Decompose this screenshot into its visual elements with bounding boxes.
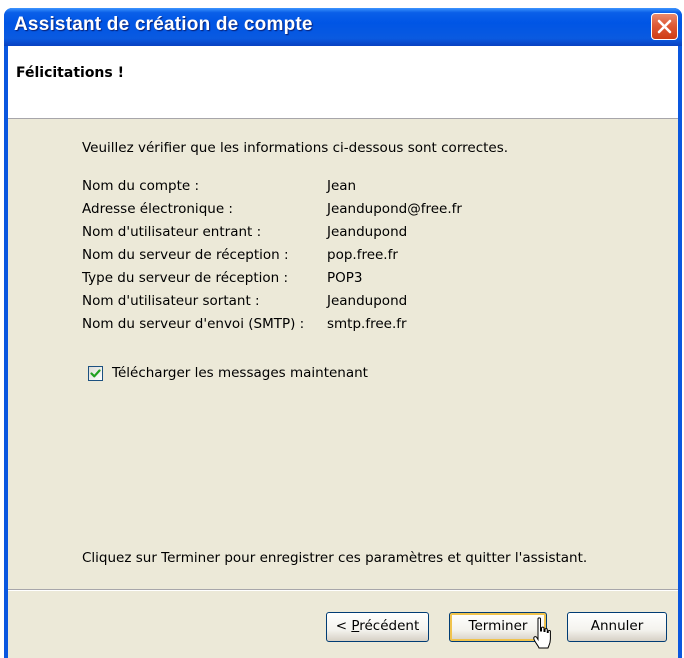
previous-rest: récédent: [359, 618, 420, 634]
previous-prefix: <: [335, 618, 352, 634]
info-value: smtp.free.fr: [327, 316, 407, 332]
title-bar[interactable]: Assistant de création de compte: [4, 8, 682, 46]
info-label: Nom du serveur d'envoi (SMTP) :: [82, 316, 305, 332]
dialog-client: Félicitations ! Veuillez vérifier que le…: [8, 46, 678, 658]
info-label: Type du serveur de réception :: [82, 270, 289, 286]
info-value: pop.free.fr: [327, 247, 398, 263]
hand-cursor-icon: [533, 617, 551, 649]
footer-text: Cliquez sur Terminer pour enregistrer ce…: [82, 550, 588, 566]
wizard-header: Félicitations !: [8, 46, 678, 119]
checkbox-label[interactable]: Télécharger les messages maintenant: [112, 365, 368, 381]
cancel-button[interactable]: Annuler: [567, 612, 667, 642]
close-button[interactable]: [651, 13, 678, 40]
info-label: Nom d'utilisateur entrant :: [82, 224, 262, 240]
finish-label: Terminer: [468, 618, 528, 634]
checkbox-box[interactable]: [88, 366, 103, 381]
wizard-window: Assistant de création de compte Félicita…: [4, 8, 682, 658]
info-label: Nom du compte :: [82, 178, 200, 194]
info-value: Jeandupond: [327, 293, 408, 309]
info-value: Jeandupond: [327, 224, 408, 240]
separator: [8, 589, 678, 591]
intro-text: Veuillez vérifier que les informations c…: [82, 140, 509, 156]
info-label: Adresse électronique :: [82, 201, 233, 217]
info-value: Jeandupond@free.fr: [327, 201, 462, 217]
info-value: Jean: [327, 178, 357, 194]
info-value: POP3: [327, 270, 363, 286]
info-label: Nom d'utilisateur sortant :: [82, 293, 260, 309]
checkmark-icon: [90, 369, 101, 378]
previous-button[interactable]: < Précédent: [326, 612, 429, 642]
info-label: Nom du serveur de réception :: [82, 247, 289, 263]
window-title: Assistant de création de compte: [14, 14, 313, 35]
cancel-label: Annuler: [590, 618, 644, 634]
close-icon: [657, 19, 672, 34]
page-heading: Félicitations !: [16, 65, 124, 81]
